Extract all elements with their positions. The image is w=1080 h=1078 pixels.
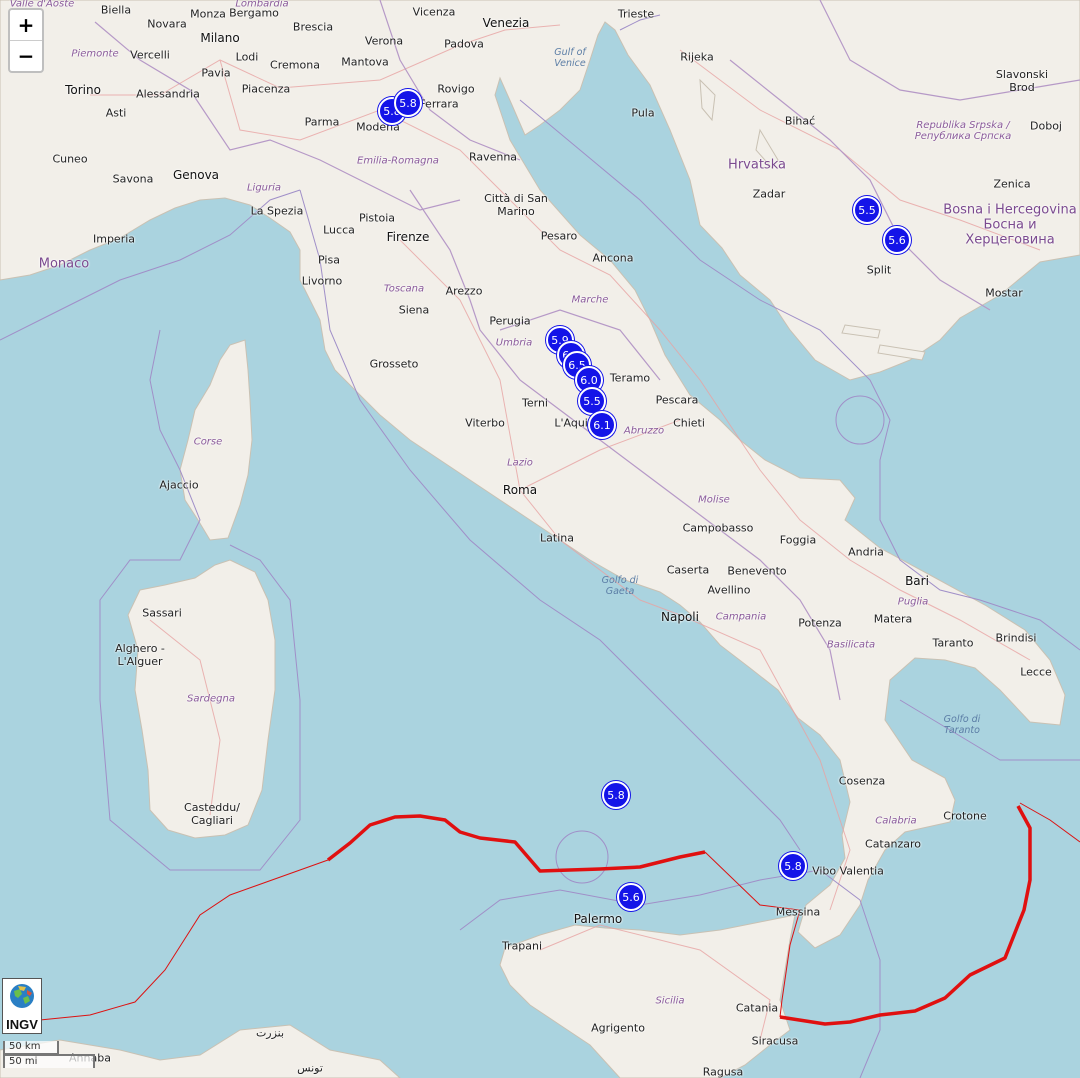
scale-bar: 50 km 50 mi (3, 1041, 95, 1068)
earthquake-marker[interactable]: 5.6 (883, 226, 911, 254)
scale-km: 50 km (3, 1041, 59, 1055)
zoom-control: + − (8, 8, 44, 73)
earthquake-marker[interactable]: 5.5 (853, 196, 881, 224)
sardinia-land (127, 559, 276, 839)
earthquake-marker[interactable]: 5.6 (617, 883, 645, 911)
corsica-land (179, 339, 253, 541)
map-base (0, 0, 1080, 1078)
earthquake-marker[interactable]: 5.8 (602, 781, 630, 809)
zoom-out-button[interactable]: − (10, 40, 42, 71)
earthquake-marker[interactable]: 6.1 (588, 411, 616, 439)
earthquake-marker[interactable]: 5.8 (394, 89, 422, 117)
globe-icon (10, 984, 34, 1008)
map-view[interactable]: Valle d'Aoste Biella Monza Lombardia Ber… (0, 0, 1080, 1078)
earthquake-marker[interactable]: 5.8 (779, 852, 807, 880)
ingv-logo[interactable]: INGV (2, 978, 42, 1034)
sicily-land (499, 914, 796, 1078)
logo-text: INGV (6, 1017, 38, 1032)
zoom-in-button[interactable]: + (10, 10, 42, 40)
scale-mi: 50 mi (3, 1054, 95, 1068)
